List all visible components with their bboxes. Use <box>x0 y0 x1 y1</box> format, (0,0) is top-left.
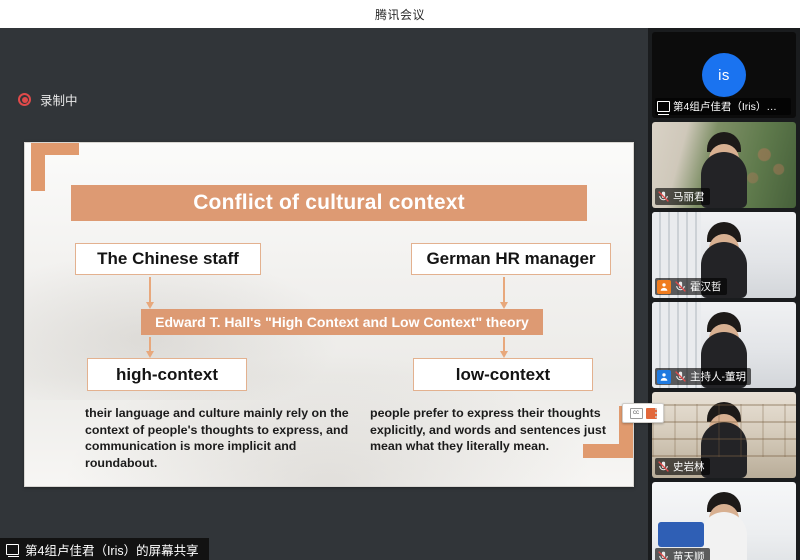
screen-share-banner: 第4组卢佳君（Iris）的屏幕共享 <box>0 538 209 560</box>
shared-screen-stage: 录制中 Conflict of cultural context The Chi… <box>0 28 648 560</box>
participant-name: 马丽君 <box>673 189 705 204</box>
arrow-theory-to-high <box>149 337 151 352</box>
recording-label: 录制中 <box>40 90 78 109</box>
participant-name-chip: 马丽君 <box>655 188 710 205</box>
arrow-german-to-theory <box>503 277 505 303</box>
slide-title: Conflict of cultural context <box>71 185 587 221</box>
node-german-manager: German HR manager <box>411 243 611 275</box>
window-titlebar: 腾讯会议 <box>0 0 800 28</box>
avatar: is <box>702 53 746 97</box>
mic-off-icon <box>674 280 687 293</box>
paragraph-high-context: their language and culture mainly rely o… <box>85 405 357 471</box>
participant-name-chip: 苗天顺 <box>655 548 710 560</box>
person-badge-icon <box>657 370 671 384</box>
participant-name-chip: 史岩林 <box>655 458 710 475</box>
shared-slide-area[interactable]: Conflict of cultural context The Chinese… <box>6 118 648 488</box>
screen-share-icon <box>6 544 19 555</box>
participant-tile[interactable]: 苗天顺 <box>652 482 796 560</box>
participant-name: 苗天顺 <box>673 549 705 560</box>
screen-share-label: 第4组卢佳君（Iris）的屏幕共享 <box>25 540 199 559</box>
node-low-context: low-context <box>413 358 593 391</box>
participant-name: 主持人-董玥 <box>690 369 746 384</box>
screen-share-icon <box>657 101 670 112</box>
node-theory: Edward T. Hall's "High Context and Low C… <box>141 309 543 335</box>
participant-rail[interactable]: is 第4组卢佳君（Iris）的屏... 马丽君 <box>648 28 800 560</box>
paragraph-low-context: people prefer to express their thoughts … <box>370 405 620 455</box>
participant-name-chip: 霍汉哲 <box>655 278 727 295</box>
participant-tile[interactable]: is 第4组卢佳君（Iris）的屏... <box>652 32 796 118</box>
tencent-meeting-window: 腾讯会议 录制中 Conflict of cultural context Th… <box>0 0 800 560</box>
participant-tile[interactable]: 主持人-董玥 <box>652 302 796 388</box>
mic-off-icon <box>657 460 670 473</box>
arrow-theory-to-low <box>503 337 505 352</box>
participant-name-chip: 第4组卢佳君（Iris）的屏... <box>655 98 791 115</box>
arrow-chinese-to-theory <box>149 277 151 303</box>
participant-name-chip: 主持人-董玥 <box>655 368 751 385</box>
mic-off-icon <box>674 370 687 383</box>
record-dot-icon <box>18 93 31 106</box>
recording-indicator: 录制中 <box>18 90 78 109</box>
participant-tile[interactable]: 霍汉哲 <box>652 212 796 298</box>
participant-name: 霍汉哲 <box>690 279 722 294</box>
participant-name: 第4组卢佳君（Iris）的屏... <box>673 99 786 114</box>
more-dots-icon[interactable] <box>651 403 660 423</box>
person-badge-icon <box>657 280 671 294</box>
presentation-slide: Conflict of cultural context The Chinese… <box>24 142 634 487</box>
window-title: 腾讯会议 <box>375 6 425 23</box>
node-chinese-staff: The Chinese staff <box>75 243 261 275</box>
mic-off-icon <box>657 550 670 560</box>
node-high-context: high-context <box>87 358 247 391</box>
participant-tile[interactable]: 马丽君 <box>652 122 796 208</box>
person-head <box>709 414 739 444</box>
cc-button[interactable]: cc <box>630 408 643 419</box>
participant-name: 史岩林 <box>673 459 705 474</box>
participant-tile[interactable]: 史岩林 <box>652 392 796 478</box>
mic-off-icon <box>657 190 670 203</box>
person-hair <box>707 402 741 422</box>
